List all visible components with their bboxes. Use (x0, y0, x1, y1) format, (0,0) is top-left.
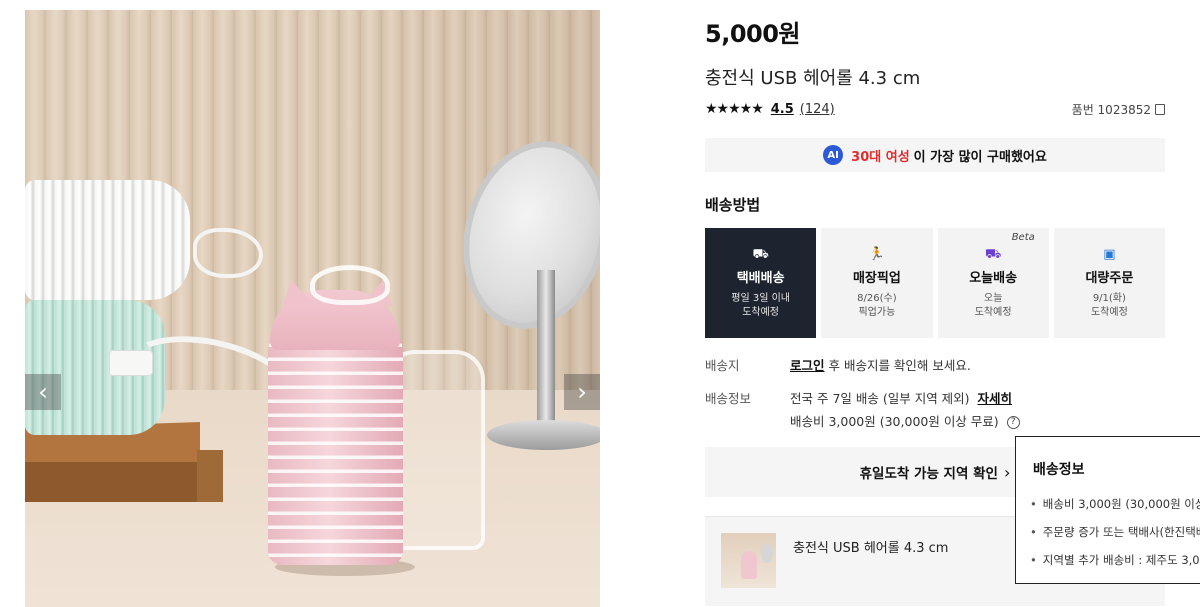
delivery-option-title: 택배배송 (736, 270, 785, 286)
star-rating-icon: ★★★★★ (705, 101, 764, 117)
tooltip-item: 지역별 추가 배송비 : 제주도 3,000원 (1030, 551, 1200, 579)
image-wooden-tray-front (25, 462, 197, 502)
tooltip-item: 주문량 증가 또는 택배사(한진택배) 사정에 따라 (1030, 523, 1200, 551)
shipping-method-title: 배송방법 (705, 196, 761, 214)
shipping-detail-link[interactable]: 자세히 (978, 391, 1013, 406)
image-pink-bow (310, 265, 390, 305)
scooter-icon: ⛟ (984, 246, 1002, 262)
runner-icon: 🏃 (868, 246, 885, 262)
product-main-image (25, 10, 600, 607)
delivery-option-parcel[interactable]: ⛟ 택배배송 평일 3일 이내 도착예정 (705, 228, 817, 338)
ai-banner-text: 이 가장 많이 구매했어요 (913, 149, 1047, 165)
delivery-option-sub-line1: 오늘 (983, 292, 1003, 304)
truck-icon: ⛟ (752, 246, 769, 262)
delivery-option-sub-line2: 도착예정 (974, 306, 1012, 318)
beta-tag: Beta (1011, 232, 1035, 243)
carousel-prev-button[interactable]: ‹ (25, 374, 61, 410)
tooltip-item: 배송비 3,000원 (30,000원 이상 무료) (1030, 495, 1200, 523)
holiday-button-label: 휴일도착 가능 지역 확인 (859, 466, 998, 482)
shipping-info-tooltip: 배송정보 배송비 3,000원 (30,000원 이상 무료) 주문량 증가 또… (1015, 436, 1200, 584)
image-mirror-base (487, 420, 600, 450)
delivery-option-sub-line1: 9/1(화) (1092, 292, 1126, 304)
shipping-fee-value: 배송비 3,000원 (30,000원 이상 무료) ? (790, 411, 1020, 430)
delivery-option-title: 대량주문 (1085, 270, 1134, 286)
destination-text: 후 배송지를 확인해 보세요. (824, 358, 971, 373)
destination-value: 로그인 후 배송지를 확인해 보세요. (790, 355, 971, 374)
image-wooden-tray-side (197, 450, 223, 502)
image-white-bow (193, 228, 263, 278)
product-title: 충전식 USB 헤어롤 4.3 cm (705, 68, 921, 89)
delivery-option-title: 오늘배송 (969, 270, 1018, 286)
image-white-roller (25, 180, 190, 300)
rating-row: ★★★★★ 4.5 (124) (705, 101, 835, 117)
shipping-fee-text: 배송비 3,000원 (30,000원 이상 무료) (790, 414, 999, 429)
delivery-option-today[interactable]: Beta ⛟ 오늘배송 오늘 도착예정 (937, 228, 1049, 338)
tooltip-list: 배송비 3,000원 (30,000원 이상 무료) 주문량 증가 또는 택배사… (1030, 495, 1200, 579)
delivery-option-sub-line1: 8/26(수) (857, 292, 897, 304)
product-number-text: 품번 1023852 (1071, 103, 1151, 117)
ai-highlight-text: 30대 여성 (851, 149, 910, 165)
ai-badge-icon: AI (823, 145, 844, 165)
box-icon: ▣ (1103, 246, 1116, 262)
delivery-option-title: 매장픽업 (852, 270, 901, 286)
chevron-right-icon: › (1003, 462, 1011, 482)
delivery-option-sub: 평일 3일 이내 도착예정 (731, 292, 790, 320)
delivery-method-options: ⛟ 택배배송 평일 3일 이내 도착예정 🏃 매장픽업 8/26(수) 픽업가능… (705, 228, 1165, 338)
delivery-option-sub-line1: 평일 3일 이내 (731, 292, 790, 304)
shipping-info-label: 배송정보 (705, 391, 752, 406)
delivery-option-sub: 오늘 도착예정 (975, 292, 1012, 320)
review-count-link[interactable]: (124) (800, 102, 835, 117)
carousel-next-button[interactable]: › (564, 374, 600, 410)
product-thumbnail (721, 533, 776, 588)
image-mirror-stand (537, 270, 555, 430)
delivery-option-store-pickup[interactable]: 🏃 매장픽업 8/26(수) 픽업가능 (821, 228, 933, 338)
delivery-option-sub: 9/1(화) 도착예정 (1091, 292, 1128, 320)
ai-recommendation-banner: AI 30대 여성 이 가장 많이 구매했어요 (705, 138, 1165, 172)
destination-label: 배송지 (705, 358, 740, 373)
product-number: 품번 1023852 (1072, 101, 1165, 118)
image-pink-ear-left (278, 277, 310, 307)
delivery-option-sub-line2: 도착예정 (742, 306, 780, 318)
product-price: 5,000원 (705, 20, 801, 48)
delivery-option-sub-line2: 픽업가능 (858, 306, 896, 318)
chevron-right-icon: › (577, 378, 587, 406)
delivery-option-sub: 8/26(수) 픽업가능 (857, 292, 896, 320)
help-icon[interactable]: ? (1006, 416, 1020, 429)
delivery-option-bulk-order[interactable]: ▣ 대량주문 9/1(화) 도착예정 (1053, 228, 1165, 338)
shipping-info-text: 전국 주 7일 배송 (일부 지역 제외) (790, 391, 970, 406)
login-link[interactable]: 로그인 (790, 358, 825, 373)
shipping-info-value: 전국 주 7일 배송 (일부 지역 제외) 자세히 (790, 388, 1012, 407)
rating-score[interactable]: 4.5 (771, 102, 794, 117)
delivery-option-sub-line2: 도착예정 (1090, 306, 1128, 318)
chevron-left-icon: ‹ (38, 378, 48, 406)
tooltip-title: 배송정보 (1033, 462, 1085, 478)
selected-product-name: 충전식 USB 헤어롤 4.3 cm (793, 541, 949, 556)
copy-icon[interactable] (1155, 104, 1165, 115)
